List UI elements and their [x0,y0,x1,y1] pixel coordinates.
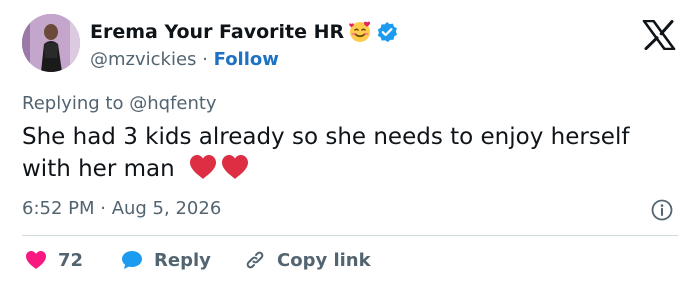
like-count: 72 [58,249,84,271]
handle-separator: · [202,49,208,70]
tweet-card: Erema Your Favorite HR @mzvickies · Foll… [0,0,700,287]
link-icon [246,251,264,269]
divider [22,235,678,236]
author-name-row[interactable]: Erema Your Favorite HR [90,20,398,44]
info-icon[interactable] [650,198,674,222]
tweet-timestamp[interactable]: 6:52 PM · Aug 5, 2026 [22,198,221,219]
x-logo-icon[interactable] [642,20,676,50]
avatar-photo [22,14,80,72]
author-avatar[interactable] [22,14,80,72]
reply-context: Replying to @hqfenty [22,93,217,114]
reply-label: Reply [154,249,211,271]
red-heart-icon [190,155,216,179]
heart-icon [26,251,46,269]
like-button[interactable]: 72 [24,248,83,272]
smiling-face-with-hearts-icon [348,20,372,44]
author-handle[interactable]: @mzvickies [90,49,196,70]
reply-mention-link[interactable]: @hqfenty [129,93,216,114]
author-display-name[interactable]: Erema Your Favorite HR [90,21,344,43]
speech-bubble-icon [122,251,142,269]
follow-button[interactable]: Follow [214,49,279,70]
copy-link-button[interactable]: Copy link [243,248,371,272]
red-heart-icon [222,155,248,179]
author-handle-row: @mzvickies · Follow [90,49,279,70]
reply-button[interactable]: Reply [120,248,211,272]
heart-emojis [188,153,250,181]
tweet-text-content: She had 3 kids already so she needs to e… [22,124,630,182]
copy-link-label: Copy link [277,249,371,271]
verified-badge-icon [376,21,398,43]
reply-context-prefix: Replying to [22,93,124,114]
tweet-text: She had 3 kids already so she needs to e… [22,121,662,185]
